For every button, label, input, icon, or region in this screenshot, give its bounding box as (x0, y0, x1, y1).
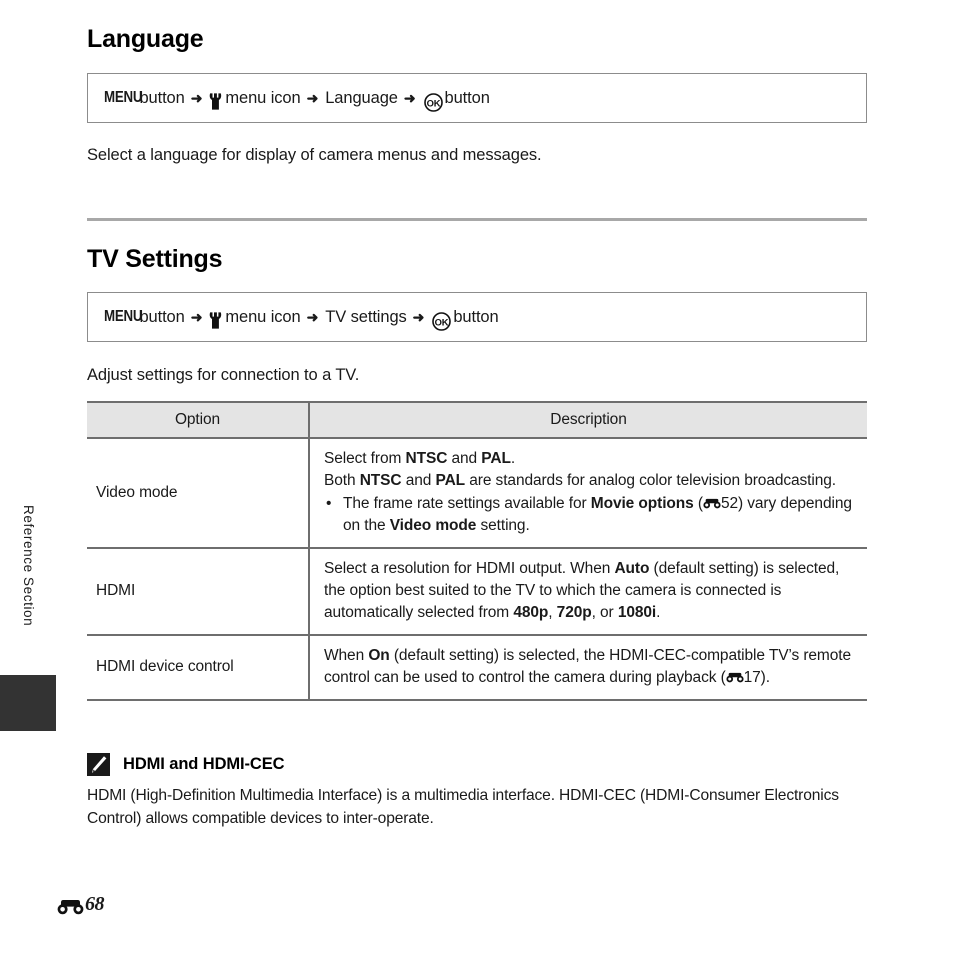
page-footer: 68 (57, 893, 105, 916)
text-run: 17). (743, 669, 770, 686)
button-word: button (453, 307, 499, 326)
reference-section-icon (726, 668, 744, 683)
emphasis-text: 480p (513, 604, 549, 621)
page-title-tv-settings: TV Settings (87, 245, 223, 273)
manual-page: Reference Section Language MENU button ➜… (0, 0, 954, 954)
emphasis-text: PAL (481, 450, 511, 467)
setup-menu-wrench-icon (209, 92, 222, 110)
menu-button-label: MENU (104, 89, 143, 106)
ok-button-icon: OK (423, 92, 443, 112)
language-description: Select a language for display of camera … (87, 146, 542, 164)
button-word: button (139, 88, 185, 107)
tv-settings-description: Adjust settings for connection to a TV. (87, 366, 360, 384)
note-body: HDMI (High-Definition Multimedia Interfa… (87, 787, 839, 827)
description-paragraph: Select from NTSC and PAL. (324, 448, 853, 470)
option-name-cell: Video mode (87, 438, 310, 549)
menu-item-label: Language (325, 88, 398, 107)
text-run: . (510, 450, 516, 467)
text-run: ( (693, 495, 703, 512)
arrow-icon: ➜ (190, 309, 203, 325)
bullet-text: The frame rate settings available for Mo… (343, 493, 853, 537)
arrow-icon: ➜ (306, 309, 319, 325)
setup-menu-wrench-icon (209, 311, 222, 329)
text-run: , (548, 604, 557, 621)
column-header-description: Description (309, 401, 867, 439)
table-header-row: Option Description (87, 401, 867, 439)
text-run: are standards for analog color televisio… (465, 472, 836, 489)
svg-text:OK: OK (435, 316, 449, 327)
emphasis-text: On (368, 647, 390, 664)
note-heading: HDMI and HDMI-CEC (87, 753, 285, 776)
text-run: Select a resolution for HDMI output. Whe… (324, 560, 615, 577)
reference-section-icon (703, 494, 721, 509)
emphasis-text: 720p (556, 604, 592, 621)
text-run: The frame rate settings available for (343, 495, 591, 512)
text-run: Both (324, 472, 360, 489)
text-run: setting. (476, 517, 530, 534)
button-word: button (139, 307, 185, 326)
emphasis-text: Auto (614, 560, 650, 577)
arrow-icon: ➜ (306, 90, 319, 106)
section-divider (87, 218, 867, 221)
button-word: button (444, 88, 490, 107)
text-run: and (447, 450, 482, 467)
option-name-cell: HDMI (87, 548, 310, 636)
text-run: , or (591, 604, 618, 621)
table-row: HDMI Select a resolution for HDMI output.… (87, 548, 867, 636)
chapter-thumb-tab (0, 675, 56, 731)
table-row: HDMI device control When On (default sett… (87, 635, 867, 701)
menu-path-box-language: MENU button ➜ menu icon ➜ Language ➜ OK … (87, 73, 867, 123)
text-run: Select from (324, 450, 406, 467)
description-paragraph: Both NTSC and PAL are standards for anal… (324, 470, 853, 492)
page-number: 68 (85, 893, 105, 915)
emphasis-text: PAL (435, 472, 466, 489)
option-name-cell: HDMI device control (87, 635, 310, 701)
page-title-language: Language (87, 25, 204, 53)
emphasis-text: Movie options (590, 495, 694, 512)
menu-icon-label: menu icon (225, 307, 301, 326)
note-title: HDMI and HDMI-CEC (123, 755, 285, 773)
chapter-side-label: Reference Section (21, 505, 36, 627)
reference-section-icon (57, 899, 84, 915)
option-description-cell: When On (default setting) is selected, t… (309, 635, 867, 701)
menu-path-box-tv-settings: MENU button ➜ menu icon ➜ TV settings ➜ … (87, 292, 867, 342)
arrow-icon: ➜ (403, 90, 416, 106)
text-run: (default setting) is selected, the HDMI-… (324, 647, 851, 686)
arrow-icon: ➜ (412, 309, 425, 325)
table-row: Video mode Select from NTSC and PAL. Both … (87, 438, 867, 549)
description-bullet: • The frame rate settings available for M… (324, 493, 853, 537)
pencil-note-icon (87, 753, 110, 776)
menu-button-label: MENU (104, 308, 143, 325)
text-run: and (401, 472, 436, 489)
option-description-cell: Select from NTSC and PAL. Both NTSC and P… (309, 438, 867, 549)
menu-item-label: TV settings (325, 307, 407, 326)
bullet-dot-icon: • (326, 495, 332, 512)
emphasis-text: Video mode (389, 517, 477, 534)
description-paragraph: When On (default setting) is selected, t… (324, 645, 853, 689)
arrow-icon: ➜ (190, 90, 203, 106)
svg-text:OK: OK (426, 97, 440, 108)
column-header-option: Option (87, 401, 310, 439)
menu-icon-label: menu icon (225, 88, 301, 107)
emphasis-text: NTSC (405, 450, 448, 467)
text-run: When (324, 647, 369, 664)
option-description-cell: Select a resolution for HDMI output. Whe… (309, 548, 867, 636)
tv-settings-options-table: Option Description Video mode Select from… (87, 401, 867, 701)
ok-button-icon: OK (432, 311, 452, 331)
emphasis-text: NTSC (359, 472, 402, 489)
description-paragraph: Select a resolution for HDMI output. Whe… (324, 558, 853, 624)
emphasis-text: 1080i (617, 604, 657, 621)
text-run: . (656, 604, 661, 621)
